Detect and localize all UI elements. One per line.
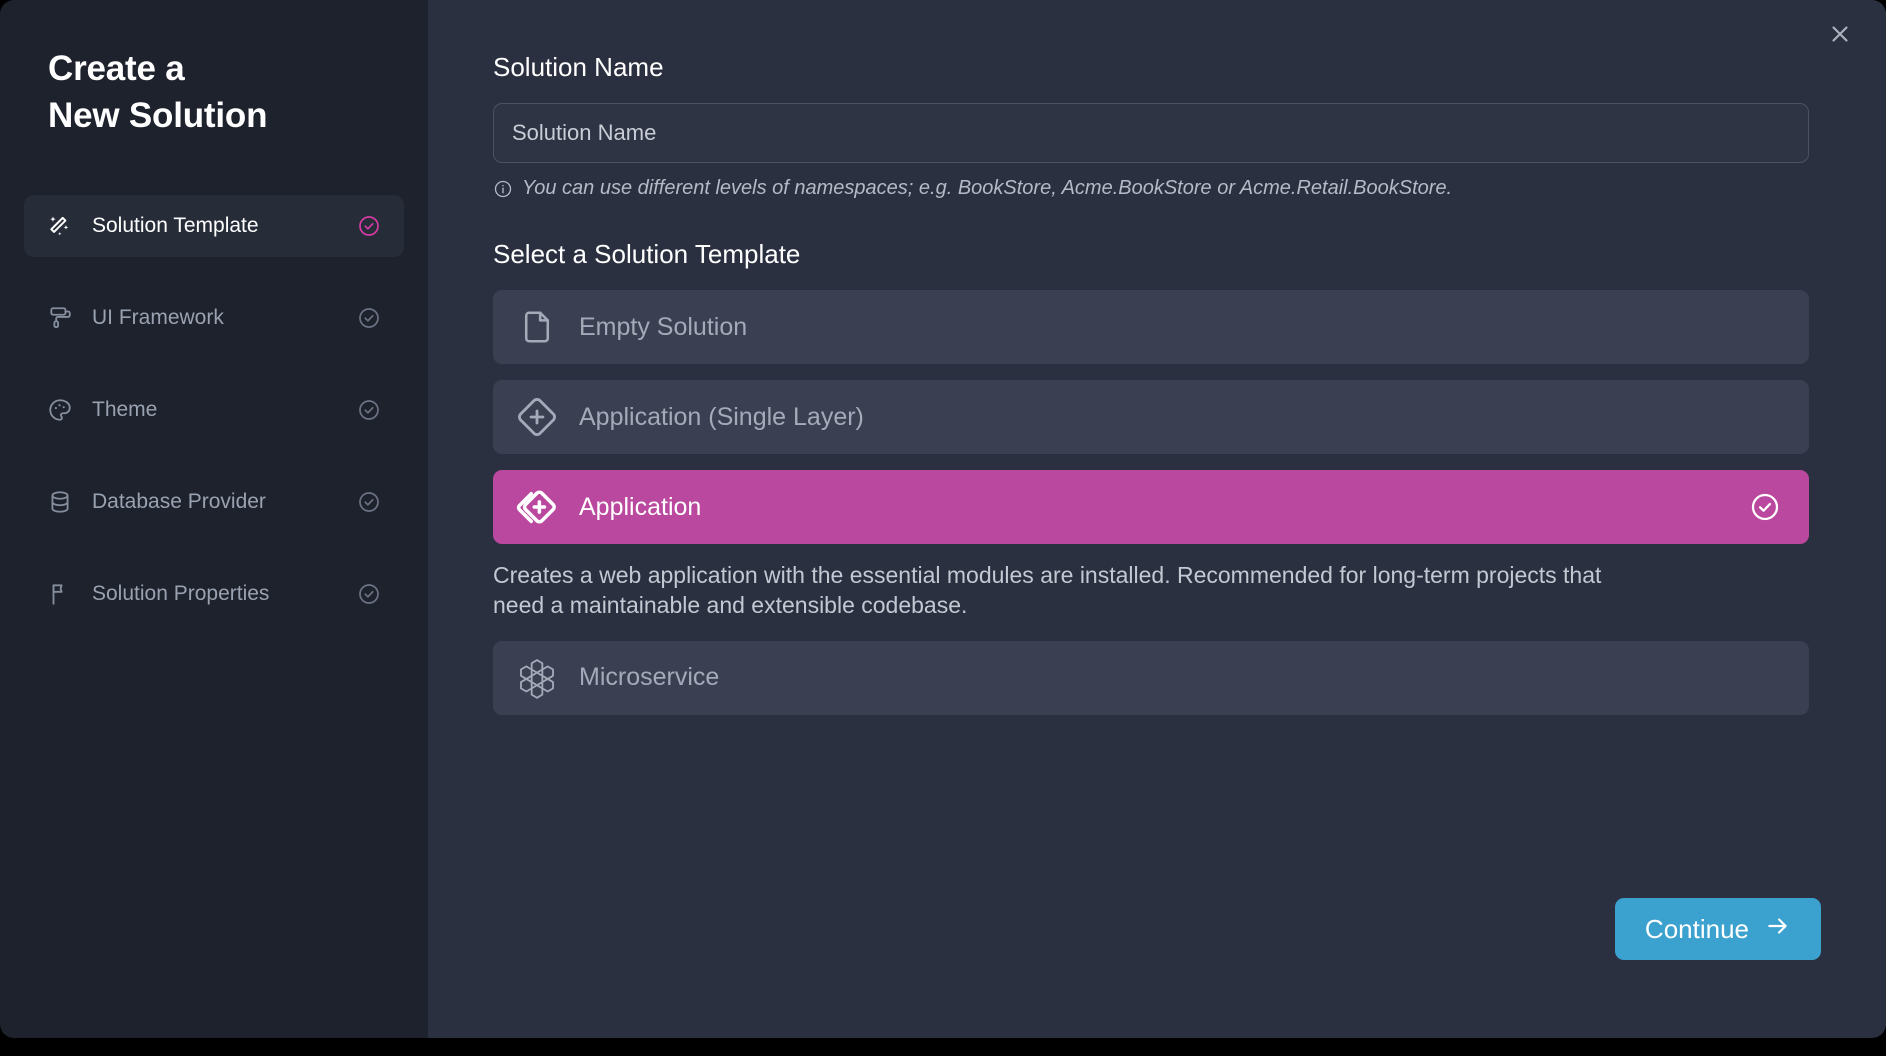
- template-description: Creates a web application with the essen…: [493, 562, 1602, 619]
- palette-icon: [46, 396, 74, 424]
- sidebar-item-theme[interactable]: Theme: [24, 379, 404, 441]
- template-option-label: Microservice: [579, 663, 720, 692]
- template-option-label: Application (Single Layer): [579, 402, 864, 431]
- template-option-label: Empty Solution: [579, 312, 748, 341]
- close-icon[interactable]: [1818, 12, 1862, 56]
- magic-wand-icon: [46, 212, 74, 240]
- check-circle-icon: [356, 213, 382, 239]
- sidebar-item-label: Solution Template: [92, 214, 259, 238]
- namespace-hint: You can use different levels of namespac…: [493, 177, 1809, 203]
- check-circle-icon: [356, 397, 382, 423]
- file-icon: [515, 305, 559, 349]
- check-circle-icon: [356, 305, 382, 331]
- solution-name-label: Solution Name: [493, 52, 664, 82]
- sidebar-item-label: Database Provider: [92, 490, 266, 514]
- panel-footer: Continue: [1614, 898, 1821, 960]
- arrow-right-icon: [1765, 913, 1791, 946]
- sidebar-item-solution-properties[interactable]: Solution Properties: [24, 563, 404, 625]
- create-solution-dialog: Create a New Solution Solution Template: [0, 0, 1886, 1056]
- template-option-application-single-layer[interactable]: Application (Single Layer): [493, 380, 1809, 454]
- continue-button[interactable]: Continue: [1614, 898, 1821, 960]
- solution-name-input[interactable]: [493, 103, 1809, 163]
- page-title-line-2: New Solution: [48, 95, 268, 135]
- check-circle-icon: [1749, 491, 1781, 523]
- panel-content: Solution Name You can use different leve…: [493, 52, 1809, 731]
- wizard-main-panel: Solution Name You can use different leve…: [428, 0, 1886, 1038]
- sidebar-item-label: Solution Properties: [92, 582, 270, 606]
- namespace-hint-text: You can use different levels of namespac…: [522, 177, 1453, 199]
- page-title: Create a New Solution: [0, 46, 428, 139]
- sidebar-item-label: UI Framework: [92, 306, 224, 330]
- template-option-application[interactable]: Application: [493, 470, 1809, 544]
- hex-cluster-icon: [515, 656, 559, 700]
- database-icon: [46, 488, 74, 516]
- double-diamond-plus-icon: [515, 485, 559, 529]
- template-option-label: Application: [579, 492, 702, 521]
- check-circle-icon: [356, 489, 382, 515]
- page-title-line-1: Create a: [48, 49, 185, 88]
- template-option-microservice[interactable]: Microservice: [493, 640, 1809, 715]
- wizard-steps: Solution Template UI Framework Theme Dat…: [0, 195, 428, 625]
- wizard-sidebar: Create a New Solution Solution Template: [0, 0, 428, 1038]
- info-circle-icon: [493, 179, 513, 203]
- continue-button-label: Continue: [1644, 913, 1749, 944]
- sidebar-item-solution-template[interactable]: Solution Template: [24, 195, 404, 258]
- check-circle-icon: [356, 581, 382, 607]
- paint-roller-icon: [46, 304, 74, 332]
- select-template-heading: Select a Solution Template: [493, 239, 801, 269]
- flag-icon: [46, 580, 74, 608]
- template-option-empty-solution[interactable]: Empty Solution: [493, 290, 1809, 364]
- sidebar-item-database-provider[interactable]: Database Provider: [24, 471, 404, 533]
- diamond-plus-icon: [515, 395, 559, 439]
- sidebar-item-ui-framework[interactable]: UI Framework: [24, 287, 404, 349]
- sidebar-item-label: Theme: [92, 398, 158, 422]
- template-list: Empty Solution Application (Single Layer…: [493, 290, 1809, 715]
